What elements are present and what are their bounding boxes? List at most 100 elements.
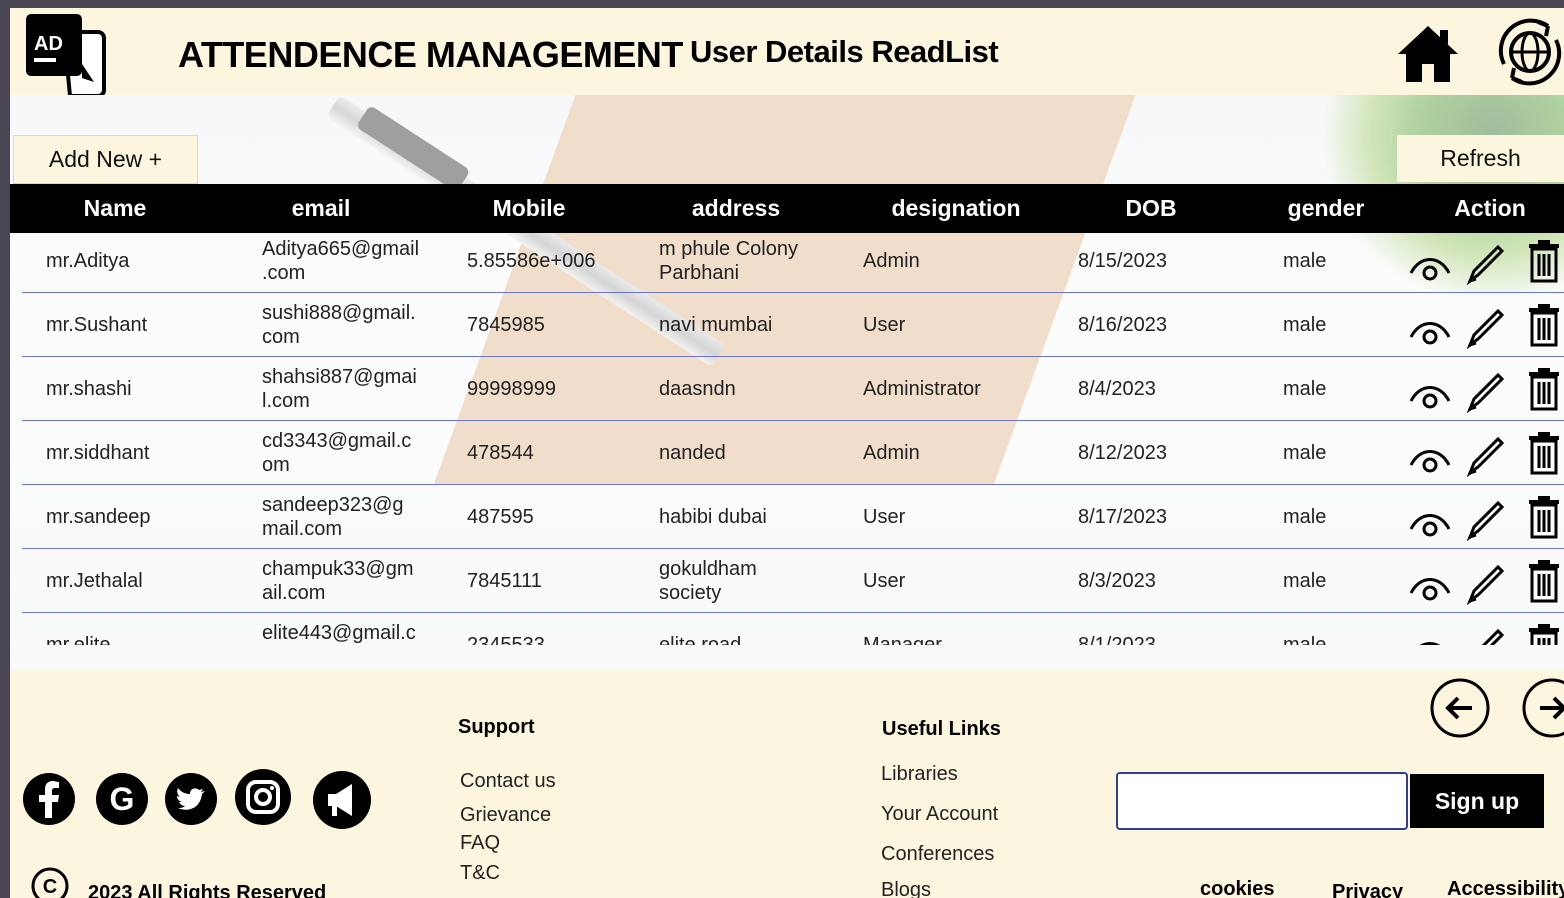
cell-address-line: m phule Colony bbox=[659, 238, 798, 260]
cell-mobile: 99998999 bbox=[467, 378, 556, 400]
footer-link-blogs[interactable]: Blogs bbox=[881, 879, 931, 898]
cell-address: m phule Colony Parbhani bbox=[659, 237, 798, 285]
copyright-icon: C bbox=[30, 866, 70, 898]
cell-email-line: ail.com bbox=[262, 582, 326, 604]
twitter-icon[interactable] bbox=[164, 772, 218, 826]
delete-icon[interactable] bbox=[1528, 559, 1560, 608]
header: AD ATTENDENCE MANAGEMENT User Details Re… bbox=[10, 8, 1564, 98]
cell-email-line: shahsi887@gmai bbox=[262, 366, 417, 388]
edit-icon[interactable] bbox=[1466, 243, 1506, 290]
cell-designation: User bbox=[863, 570, 906, 592]
cell-address: navi mumbai bbox=[659, 314, 773, 336]
table-row[interactable]: mr.elite elite443@gmail.c 2345533 elite roa… bbox=[10, 613, 1564, 645]
footer-link-your-account[interactable]: Your Account bbox=[881, 803, 998, 826]
cell-mobile: 7845111 bbox=[467, 570, 542, 592]
edit-icon[interactable] bbox=[1466, 627, 1506, 645]
view-icon[interactable] bbox=[1408, 571, 1452, 606]
cell-email: sushi888@gmail. com bbox=[262, 301, 416, 349]
delete-icon[interactable] bbox=[1528, 303, 1560, 352]
table-row[interactable]: mr.Sushant sushi888@gmail. com 7845985 navi … bbox=[10, 293, 1564, 357]
footer-link-contact-us[interactable]: Contact us bbox=[460, 770, 556, 793]
add-new-button[interactable]: Add New + bbox=[13, 135, 198, 184]
cell-mobile: 478544 bbox=[467, 442, 534, 464]
google-icon[interactable]: G bbox=[95, 772, 149, 826]
language-globe-icon[interactable] bbox=[1490, 12, 1564, 92]
footer-link-conferences[interactable]: Conferences bbox=[881, 843, 994, 866]
cell-email-line: l.com bbox=[262, 390, 310, 412]
app-logo: AD bbox=[24, 14, 110, 98]
table-body[interactable]: mr.Aditya Aditya665@gmail .com 5.85586e+006… bbox=[10, 233, 1564, 645]
accessibility-link[interactable]: Accessibility bbox=[1447, 878, 1564, 898]
edit-icon[interactable] bbox=[1466, 435, 1506, 482]
cell-dob: 8/12/2023 bbox=[1078, 442, 1167, 464]
edit-icon[interactable] bbox=[1466, 371, 1506, 418]
column-header-address: address bbox=[691, 195, 781, 221]
cell-name: mr.Jethalal bbox=[46, 570, 143, 592]
delete-icon[interactable] bbox=[1528, 623, 1560, 645]
cell-gender: male bbox=[1283, 250, 1327, 272]
delete-icon[interactable] bbox=[1528, 239, 1560, 288]
table-row[interactable]: mr.Jethalal champuk33@gm ail.com 7845111 gok… bbox=[10, 549, 1564, 613]
cell-designation: Admin bbox=[863, 442, 920, 464]
table-header: Name email Mobile address designation DO… bbox=[10, 184, 1564, 233]
cell-address: nanded bbox=[659, 442, 726, 464]
cell-dob: 8/3/2023 bbox=[1078, 570, 1156, 592]
previous-page-arrow-icon[interactable] bbox=[1430, 678, 1490, 738]
cell-designation: Administrator bbox=[863, 378, 981, 400]
cell-email: elite443@gmail.c bbox=[262, 621, 416, 645]
cell-email: sandeep323@g mail.com bbox=[262, 493, 404, 541]
footer-link-tnc[interactable]: T&C bbox=[460, 862, 500, 885]
sign-up-button[interactable]: Sign up bbox=[1410, 774, 1544, 828]
cell-name: mr.shashi bbox=[46, 378, 132, 400]
cell-address: daasndn bbox=[659, 378, 736, 400]
view-icon[interactable] bbox=[1408, 443, 1452, 478]
app-title: ATTENDENCE MANAGEMENT bbox=[178, 34, 683, 75]
edit-icon[interactable] bbox=[1466, 499, 1506, 546]
cell-dob: 8/17/2023 bbox=[1078, 506, 1167, 528]
view-icon[interactable] bbox=[1408, 251, 1452, 286]
cell-address: habibi dubai bbox=[659, 506, 767, 528]
footer-link-faq[interactable]: FAQ bbox=[460, 832, 500, 855]
newsletter-email-input[interactable] bbox=[1116, 772, 1408, 830]
refresh-button[interactable]: Refresh bbox=[1397, 135, 1564, 182]
cell-name: mr.Aditya bbox=[46, 250, 130, 272]
delete-icon[interactable] bbox=[1528, 495, 1560, 544]
home-icon[interactable] bbox=[1396, 22, 1460, 84]
cell-name: mr.sandeep bbox=[46, 506, 151, 528]
delete-icon[interactable] bbox=[1528, 431, 1560, 480]
cell-designation: User bbox=[863, 506, 906, 528]
view-icon[interactable] bbox=[1408, 635, 1452, 645]
facebook-icon[interactable] bbox=[22, 772, 76, 826]
instagram-icon[interactable] bbox=[234, 768, 291, 825]
view-icon[interactable] bbox=[1408, 507, 1452, 542]
column-header-email: email bbox=[291, 195, 351, 221]
footer-link-libraries[interactable]: Libraries bbox=[881, 763, 958, 786]
edit-icon[interactable] bbox=[1466, 563, 1506, 610]
cookies-link[interactable]: cookies bbox=[1200, 878, 1274, 898]
cell-dob: 8/4/2023 bbox=[1078, 378, 1156, 400]
edit-icon[interactable] bbox=[1466, 307, 1506, 354]
next-page-arrow-icon[interactable] bbox=[1522, 678, 1564, 738]
view-icon[interactable] bbox=[1408, 315, 1452, 350]
cell-email-line: sushi888@gmail. bbox=[262, 302, 416, 324]
cell-email-line: .com bbox=[262, 262, 306, 284]
cell-address: gokuldham society bbox=[659, 557, 757, 605]
delete-icon[interactable] bbox=[1528, 367, 1560, 416]
cell-name: mr.siddhant bbox=[46, 442, 150, 464]
logo-text: AD bbox=[34, 33, 63, 55]
cell-email-line: cd3343@gmail.c bbox=[262, 430, 412, 452]
cell-email-line: champuk33@gm bbox=[262, 558, 414, 580]
cell-gender: male bbox=[1283, 442, 1327, 464]
column-header-action: Action bbox=[1454, 195, 1526, 221]
megaphone-icon[interactable] bbox=[312, 770, 372, 830]
cell-address-line: Parbhani bbox=[659, 262, 740, 284]
view-icon[interactable] bbox=[1408, 379, 1452, 414]
table-row[interactable]: mr.sandeep sandeep323@g mail.com 487595 habi… bbox=[10, 485, 1564, 549]
table-row[interactable]: mr.siddhant cd3343@gmail.c om 478544 nanded A… bbox=[10, 421, 1564, 485]
app-frame: AD ATTENDENCE MANAGEMENT User Details Re… bbox=[10, 8, 1564, 898]
footer-link-grievance[interactable]: Grievance bbox=[460, 804, 551, 827]
cell-gender: male bbox=[1283, 506, 1327, 528]
table-row[interactable]: mr.Aditya Aditya665@gmail .com 5.85586e+006… bbox=[10, 233, 1564, 293]
privacy-link[interactable]: Privacy bbox=[1332, 881, 1403, 898]
table-row[interactable]: mr.shashi shahsi887@gmai l.com 99998999 daas… bbox=[10, 357, 1564, 421]
